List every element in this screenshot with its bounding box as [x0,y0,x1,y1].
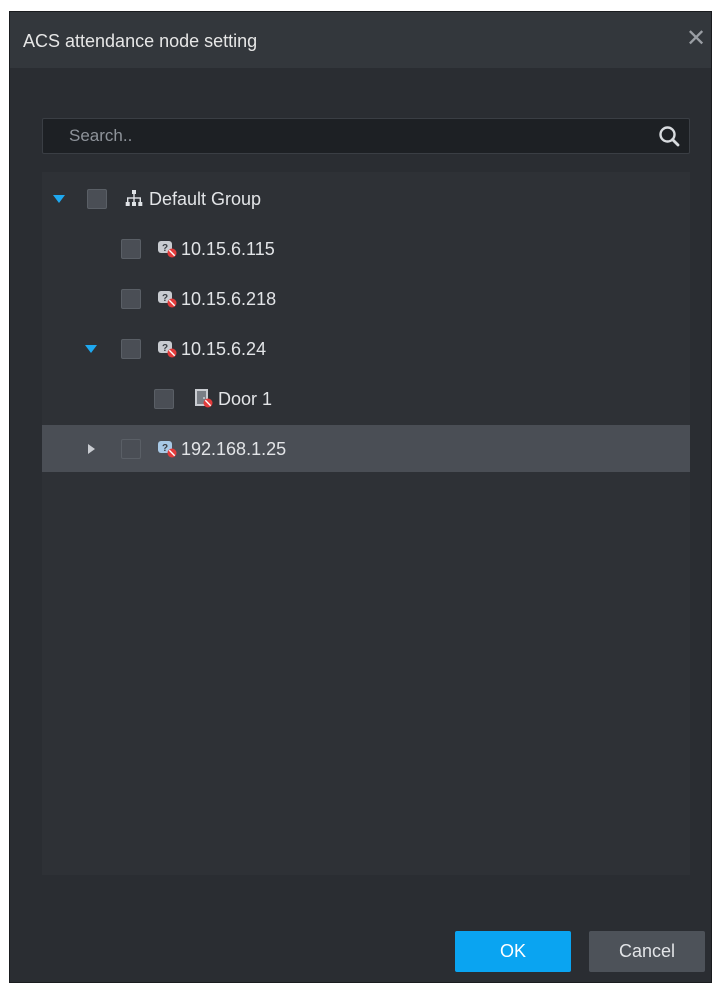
dialog-title: ACS attendance node setting [23,31,258,51]
dialog-title-bar: ACS attendance node setting ✕ [10,12,711,68]
tree-node-label: Door 1 [218,389,273,409]
collapse-arrow-icon[interactable] [84,442,98,456]
tree-node-door[interactable]: Door 1 [42,375,690,422]
tree-node-device[interactable]: ? 10.15.6.115 [42,225,690,272]
tree-node-device[interactable]: ? 10.15.6.24 [42,325,690,372]
expand-arrow-icon[interactable] [52,192,66,206]
svg-text:?: ? [162,343,168,354]
tree-node-label: 10.15.6.115 [181,239,275,259]
tree-node-checkbox[interactable] [121,339,141,359]
tree-node-label: 10.15.6.24 [181,339,267,359]
tree-node-checkbox[interactable] [121,439,141,459]
device-offline-icon: ? [158,241,177,258]
tree-node-label: Default Group [149,189,262,209]
tree-node-checkbox[interactable] [87,189,107,209]
device-tree: Default Group ? 10.15.6.115 ? 10.15.6.21… [42,172,690,875]
tree-node-device[interactable]: ? 10.15.6.218 [42,275,690,322]
tree-node-default-group[interactable]: Default Group [42,175,690,222]
tree-node-checkbox[interactable] [121,239,141,259]
tree-node-label: 10.15.6.218 [181,289,277,309]
tree-node-label: 192.168.1.25 [181,439,287,459]
device-offline-icon: ? [158,441,177,458]
close-icon[interactable]: ✕ [683,26,709,52]
search-icon[interactable] [657,124,681,148]
svg-text:?: ? [162,293,168,304]
door-offline-icon [195,389,213,408]
svg-text:?: ? [162,443,168,454]
cancel-button[interactable]: Cancel [589,931,705,972]
group-icon [125,190,143,206]
acs-attendance-dialog: ACS attendance node setting ✕ Search.. D… [9,11,712,983]
tree-node-device-selected[interactable]: ? 192.168.1.25 [42,425,690,472]
expand-arrow-icon[interactable] [84,342,98,356]
ok-button[interactable]: OK [455,931,571,972]
search-input[interactable] [43,119,643,153]
device-offline-icon: ? [158,341,177,358]
tree-node-checkbox[interactable] [154,389,174,409]
search-box [42,118,690,154]
device-offline-icon: ? [158,291,177,308]
tree-node-checkbox[interactable] [121,289,141,309]
svg-text:?: ? [162,243,168,254]
